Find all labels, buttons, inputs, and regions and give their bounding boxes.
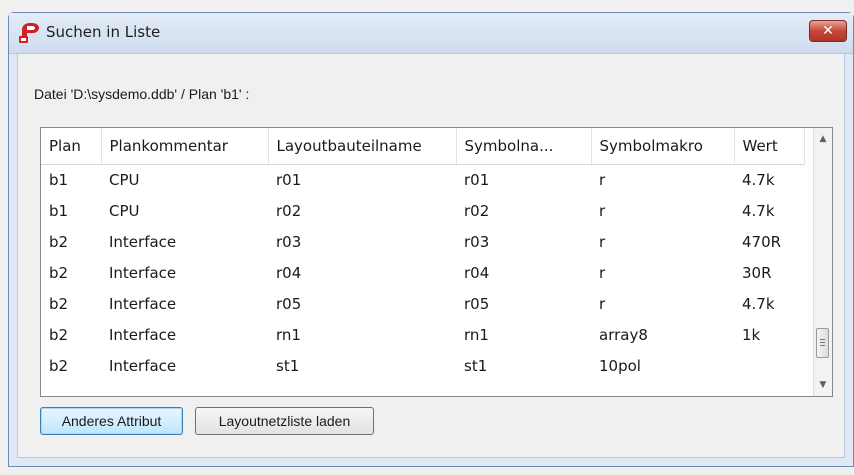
search-dialog: Suchen in Liste ✕ Datei 'D:\sysdemo.ddb'… — [8, 12, 854, 467]
grip-line — [820, 342, 825, 343]
cell-symbolname: r01 — [464, 170, 490, 189]
cell-layoutbauteilname: st1 — [276, 356, 300, 375]
cell-plankommentar: Interface — [109, 232, 177, 251]
cell-symbolname: r02 — [464, 201, 490, 220]
column-header-plankommentar[interactable]: Plankommentar — [101, 128, 269, 165]
cell-layoutbauteilname: r01 — [276, 170, 302, 189]
cell-plan: b2 — [49, 232, 69, 251]
scrollbar-thumb[interactable] — [816, 328, 829, 358]
column-header-symbolmakro[interactable]: Symbolmakro — [591, 128, 735, 165]
vertical-scrollbar[interactable]: ▲ ▼ — [813, 128, 832, 396]
cell-plankommentar: CPU — [109, 201, 140, 220]
app-logo-icon — [19, 23, 39, 43]
cell-plankommentar: Interface — [109, 356, 177, 375]
close-button[interactable]: ✕ — [809, 20, 847, 42]
cell-symbolname: r03 — [464, 232, 490, 251]
cell-symbolmakro: r — [599, 201, 606, 220]
cell-symbolmakro: r — [599, 263, 606, 282]
column-header-symbolname[interactable]: Symbolna... — [456, 128, 592, 165]
table-row[interactable]: b2 Interface r05 r05 r 4.7k — [41, 288, 804, 319]
cell-plankommentar: CPU — [109, 170, 140, 189]
cell-symbolmakro: array8 — [599, 325, 648, 344]
results-table: Plan Plankommentar Layoutbauteilname Sym… — [41, 128, 805, 381]
cell-layoutbauteilname: r03 — [276, 232, 302, 251]
cell-plankommentar: Interface — [109, 263, 177, 282]
cell-symbolname: rn1 — [464, 325, 489, 344]
table-row[interactable]: b1 CPU r01 r01 r 4.7k — [41, 164, 804, 195]
cell-plan: b2 — [49, 325, 69, 344]
column-header-layoutbauteilname[interactable]: Layoutbauteilname — [268, 128, 457, 165]
layoutnetzliste-laden-button[interactable]: Layoutnetzliste laden — [195, 407, 374, 435]
cell-symbolname: r05 — [464, 294, 490, 313]
cell-symbolname: r04 — [464, 263, 490, 282]
cell-layoutbauteilname: rn1 — [276, 325, 301, 344]
anderes-attribut-button[interactable]: Anderes Attribut — [40, 407, 183, 435]
table-row[interactable]: b2 Interface r03 r03 r 470R — [41, 226, 804, 257]
title-bar[interactable]: Suchen in Liste ✕ — [9, 13, 853, 54]
cell-layoutbauteilname: r04 — [276, 263, 302, 282]
grip-line — [820, 345, 825, 346]
grip-line — [820, 339, 825, 340]
cell-plan: b2 — [49, 294, 69, 313]
table-row[interactable]: b1 CPU r02 r02 r 4.7k — [41, 195, 804, 226]
cell-wert: 4.7k — [742, 170, 775, 189]
cell-symbolmakro: 10pol — [599, 356, 641, 375]
cell-wert: 4.7k — [742, 201, 775, 220]
cell-symbolmakro: r — [599, 294, 606, 313]
dialog-body: Datei 'D:\sysdemo.ddb' / Plan 'b1' : Pla… — [17, 53, 845, 458]
cell-plan: b2 — [49, 263, 69, 282]
column-header-wert[interactable]: Wert — [734, 128, 805, 165]
cell-wert: 470R — [742, 232, 782, 251]
cell-plan: b1 — [49, 170, 69, 189]
cell-layoutbauteilname: r05 — [276, 294, 302, 313]
scroll-down-arrow-icon[interactable]: ▼ — [814, 376, 832, 394]
cell-symbolmakro: r — [599, 232, 606, 251]
cell-wert: 1k — [742, 325, 761, 344]
cell-wert: 30R — [742, 263, 772, 282]
cell-symbolname: st1 — [464, 356, 488, 375]
results-list[interactable]: Plan Plankommentar Layoutbauteilname Sym… — [40, 127, 833, 397]
close-icon: ✕ — [822, 23, 834, 39]
cell-plan: b1 — [49, 201, 69, 220]
table-row[interactable]: b2 Interface rn1 rn1 array8 1k — [41, 319, 804, 350]
table-header-row: Plan Plankommentar Layoutbauteilname Sym… — [41, 128, 805, 165]
cell-symbolmakro: r — [599, 170, 606, 189]
cell-wert — [734, 350, 804, 381]
column-header-plan[interactable]: Plan — [41, 128, 102, 165]
cell-wert: 4.7k — [742, 294, 775, 313]
file-plan-label: Datei 'D:\sysdemo.ddb' / Plan 'b1' : — [34, 86, 250, 102]
scroll-up-arrow-icon[interactable]: ▲ — [814, 130, 832, 148]
table-row[interactable]: b2 Interface r04 r04 r 30R — [41, 257, 804, 288]
cell-plankommentar: Interface — [109, 294, 177, 313]
cell-plan: b2 — [49, 356, 69, 375]
cell-plankommentar: Interface — [109, 325, 177, 344]
window-title: Suchen in Liste — [46, 23, 161, 41]
cell-layoutbauteilname: r02 — [276, 201, 302, 220]
table-row[interactable]: b2 Interface st1 st1 10pol — [41, 350, 804, 381]
